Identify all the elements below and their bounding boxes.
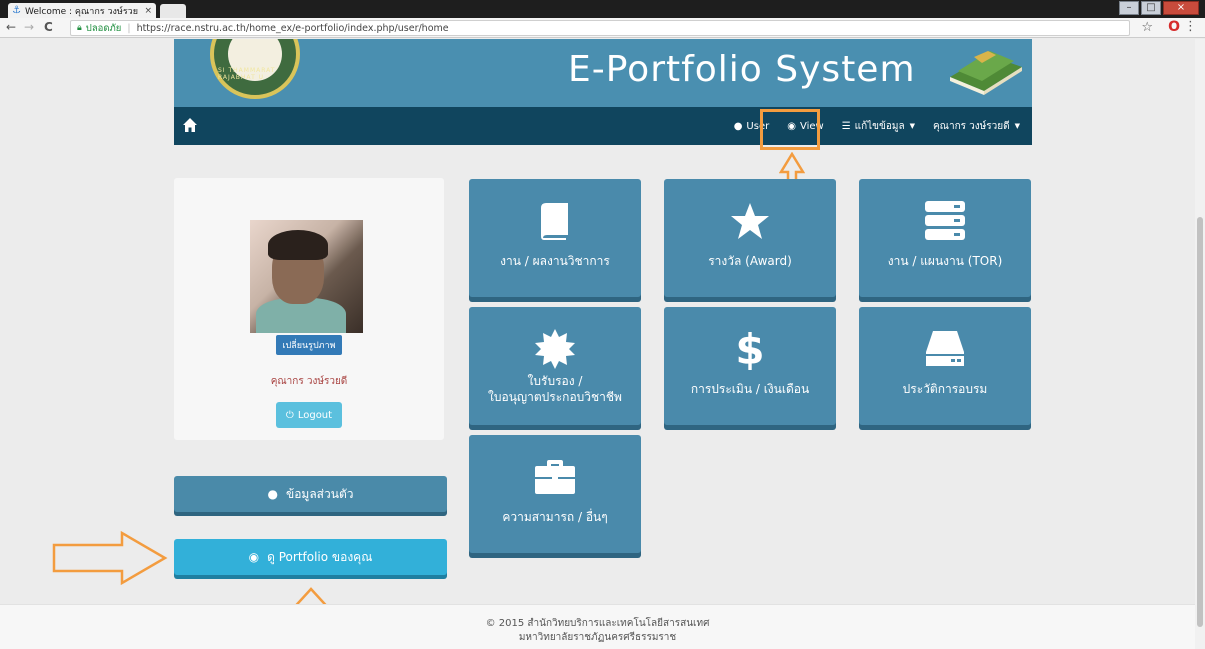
home-icon[interactable]	[182, 117, 198, 133]
maximize-icon[interactable]: □	[1141, 1, 1161, 15]
footer-copyright: © 2015 สำนักวิทยบริการและเทคโนโลยีสารสนเ…	[485, 618, 710, 629]
bookmark-star-icon[interactable]: ☆	[1141, 20, 1153, 35]
logout-button[interactable]: ⏻ Logout	[276, 402, 342, 428]
tile-training-history[interactable]: ประวัติการอบรม	[859, 307, 1031, 425]
tile-certificate[interactable]: ใบรับรอง / ใบอนุญาตประกอบวิชาชีพ	[469, 307, 641, 425]
new-tab-button[interactable]	[160, 4, 186, 18]
nav-account-dropdown[interactable]: คุณากร วงษ์รวยดี ▼	[933, 119, 1020, 134]
logo-ring-text: SI THAMMARAT RAJABHAT U	[218, 67, 276, 81]
eye-icon: ◉	[248, 550, 260, 564]
browser-menu-icon[interactable]: ⋮	[1184, 19, 1197, 34]
book-icon	[469, 201, 641, 241]
window-controls: – □ ×	[1119, 1, 1199, 15]
site-banner: SI THAMMARAT RAJABHAT U E-Portfolio Syst…	[174, 39, 1032, 107]
avatar	[250, 220, 363, 333]
dollar-icon: $	[735, 324, 765, 374]
user-icon: ●	[267, 487, 278, 501]
url-input[interactable]: 🔒︎ ปลอดภัย | https://race.nstru.ac.th/ho…	[70, 20, 1130, 36]
profile-name: คุณากร วงษ์รวยดี	[270, 376, 348, 387]
view-portfolio-button[interactable]: ◉ ดู Portfolio ของคุณ	[174, 539, 447, 575]
browser-tabbar: ⚓ Welcome : คุณากร วงษ์รวย × – □ ×	[0, 0, 1205, 18]
tab-close-icon[interactable]: ×	[144, 6, 152, 16]
tile-certificate-line2: ใบอนุญาตประกอบวิชาชีพ	[488, 390, 622, 404]
tile-evaluation-salary[interactable]: $ การประเมิน / เงินเดือน	[664, 307, 836, 425]
star-icon	[664, 201, 836, 241]
browser-tab[interactable]: ⚓ Welcome : คุณากร วงษ์รวย ×	[8, 3, 156, 18]
tile-award[interactable]: รางวัล (Award)	[664, 179, 836, 297]
user-icon: ●	[733, 120, 743, 132]
page-scrollbar[interactable]	[1195, 39, 1205, 649]
secure-label: ปลอดภัย	[85, 22, 122, 34]
nav-edit-dropdown[interactable]: ☰ แก้ไขข้อมูล ▼	[842, 119, 915, 134]
briefcase-icon	[469, 457, 641, 497]
tile-tor[interactable]: งาน / แผนงาน (TOR)	[859, 179, 1031, 297]
tile-skills-other[interactable]: ความสามารถ / อื่นๆ	[469, 435, 641, 553]
books-icon	[950, 51, 1022, 95]
annotation-arrow-right-icon	[52, 530, 168, 586]
url-text: https://race.nstru.ac.th/home_ex/e-portf…	[136, 22, 449, 34]
server-icon	[859, 201, 1031, 241]
window-close-icon[interactable]: ×	[1163, 1, 1199, 15]
tile-certificate-line1: ใบรับรอง /	[527, 374, 583, 388]
main-navbar: ● User ◉ View ☰ แก้ไขข้อมูล ▼ คุณากร วงษ…	[174, 107, 1032, 145]
footer-university: มหาวิทยาลัยราชภัฏนครศรีธรรมราช	[518, 632, 677, 643]
page-footer: © 2015 สำนักวิทยบริการและเทคโนโลยีสารสนเ…	[0, 604, 1195, 649]
tab-title: Welcome : คุณากร วงษ์รวย	[24, 6, 139, 17]
reload-icon[interactable]: C	[44, 20, 53, 34]
change-photo-button[interactable]: เปลี่ยนรูปภาพ	[276, 335, 342, 355]
tile-academic-work[interactable]: งาน / ผลงานวิชาการ	[469, 179, 641, 297]
caret-down-icon: ▼	[909, 122, 915, 130]
minimize-icon[interactable]: –	[1119, 1, 1139, 15]
back-icon[interactable]: ←	[6, 20, 16, 34]
certificate-icon	[469, 329, 641, 369]
power-icon: ⏻	[285, 409, 294, 421]
list-icon: ☰	[841, 120, 851, 132]
forward-icon[interactable]: →	[24, 20, 34, 34]
profile-card: เปลี่ยนรูปภาพ คุณากร วงษ์รวยดี ⏻ Logout	[174, 178, 444, 440]
site-title: E-Portfolio System	[568, 49, 916, 90]
anchor-icon: ⚓	[12, 5, 21, 16]
scrollbar-thumb[interactable]	[1197, 217, 1203, 627]
hdd-icon	[859, 329, 1031, 369]
opera-icon[interactable]: O	[1168, 19, 1180, 35]
university-logo: SI THAMMARAT RAJABHAT U	[210, 39, 300, 99]
personal-info-button[interactable]: ● ข้อมูลส่วนตัว	[174, 476, 447, 512]
address-bar: ← → C 🔒︎ ปลอดภัย | https://race.nstru.ac…	[0, 18, 1205, 38]
caret-down-icon: ▼	[1014, 122, 1020, 130]
annotation-highlight-box	[760, 109, 820, 150]
lock-icon: 🔒︎	[77, 23, 82, 33]
